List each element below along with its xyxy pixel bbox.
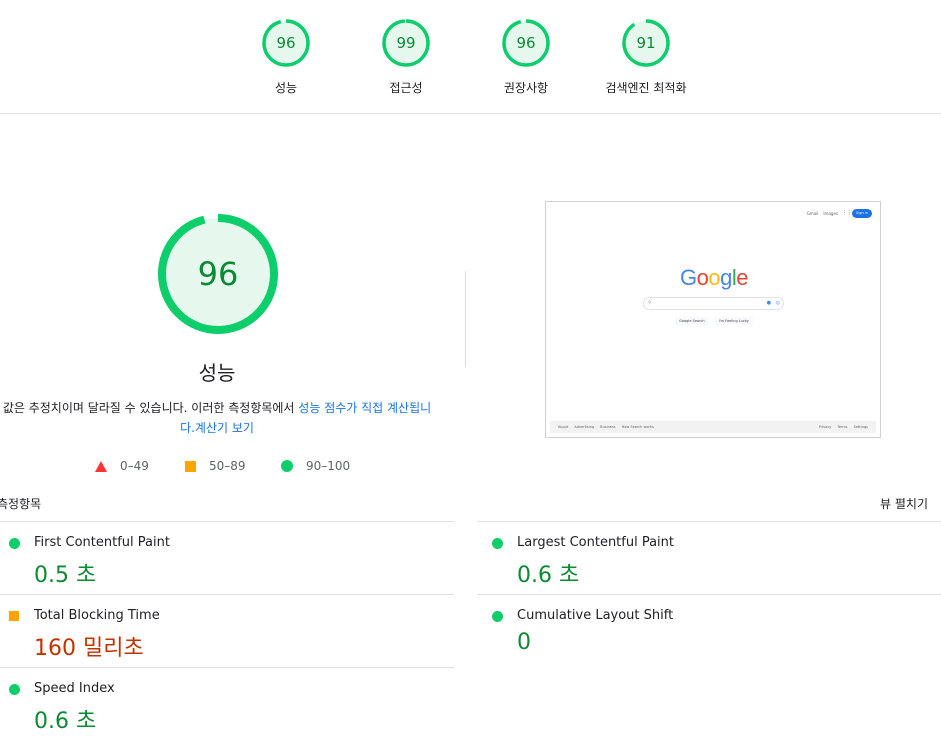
gauge-ring: 96	[261, 18, 311, 68]
mic-icon: ●	[766, 300, 771, 306]
thumb-search-button: Google Search	[675, 317, 709, 325]
gauge-ring: 91	[621, 18, 671, 68]
pass-indicator-icon	[492, 611, 503, 622]
legend-fail-label: 0–49	[120, 459, 149, 473]
search-icon: ⚲	[648, 300, 652, 306]
metric-si: Speed Index 0.6 초	[0, 667, 454, 740]
gauge-ring: 99	[381, 18, 431, 68]
gauge-label: 접근성	[389, 81, 423, 95]
vertical-divider	[465, 271, 466, 367]
metric-value: 0.5 초	[34, 563, 97, 588]
performance-score: 96	[197, 255, 239, 293]
apps-grid-icon: ⋮⋮	[842, 210, 852, 216]
thumb-signin-button: Sign in	[852, 209, 872, 218]
expand-view-button[interactable]: 뷰 펼치기	[880, 495, 928, 512]
calculator-link[interactable]: 계산기 보기	[195, 421, 254, 435]
gauge-ring: 96	[501, 18, 551, 68]
camera-icon: ◎	[775, 300, 780, 306]
thumb-footer-link: Terms	[837, 425, 848, 429]
thumb-footer-link: Privacy	[818, 425, 832, 429]
thumb-footer-link: Business	[600, 425, 616, 429]
thumb-search-box: ⚲ ● ◎	[643, 297, 784, 310]
performance-title: 성능	[198, 361, 236, 385]
pass-indicator-icon	[492, 538, 503, 549]
category-summary-bar: 96 성능 99 접근성 96 권장사항 91 검색엔진 최적화	[0, 0, 941, 114]
metric-value: 0.6 초	[517, 563, 580, 588]
legend-average: 50–89	[185, 458, 246, 474]
legend-average-label: 50–89	[209, 459, 246, 473]
circle-icon	[281, 460, 293, 472]
metric-name: Speed Index	[34, 681, 115, 696]
final-screenshot[interactable]: Gmail Images ⋮⋮ Sign in Google ⚲ ● ◎ Goo…	[545, 201, 881, 438]
pass-indicator-icon	[9, 684, 20, 695]
thumb-footer-link: How Search works	[621, 425, 654, 429]
thumb-link: Images	[823, 211, 838, 216]
metric-value: 160 밀리초	[34, 636, 144, 661]
thumb-buttons: Google Search I'm Feeling Lucky	[546, 317, 880, 325]
average-indicator-icon	[9, 611, 19, 621]
metric-name: First Contentful Paint	[34, 535, 170, 550]
legend-fail: 0–49	[95, 458, 149, 474]
category-gauge-best-practices[interactable]: 96 권장사항	[466, 18, 586, 96]
gauge-score: 96	[516, 34, 536, 52]
metric-name: Cumulative Layout Shift	[517, 608, 674, 623]
gauge-score: 91	[636, 34, 656, 52]
thumb-footer-link: Advertising	[574, 425, 595, 429]
square-icon	[185, 460, 196, 472]
gauge-label: 성능	[274, 81, 298, 95]
thumb-footer-link: Settings	[853, 425, 868, 429]
triangle-icon	[95, 460, 107, 472]
thumb-footer-link: About	[558, 425, 569, 429]
metric-cls: Cumulative Layout Shift 0	[477, 594, 941, 667]
metric-lcp: Largest Contentful Paint 0.6 초	[477, 521, 941, 594]
category-gauge-seo[interactable]: 91 검색엔진 최적화	[586, 18, 706, 96]
performance-description: 값은 추정치이며 달라질 수 있습니다. 이러한 측정항목에서 성능 점수가 직…	[0, 398, 434, 438]
pass-indicator-icon	[9, 538, 20, 549]
category-gauge-performance[interactable]: 96 성능	[226, 18, 346, 96]
metric-name: Total Blocking Time	[34, 608, 160, 623]
thumb-header-links: Gmail Images	[807, 211, 838, 216]
metric-value: 0.6 초	[34, 709, 97, 734]
google-logo: Google	[679, 265, 749, 290]
metrics-heading: 측정항목	[0, 497, 42, 511]
thumb-footer: About Advertising Business How Search wo…	[550, 421, 876, 433]
performance-gauge: 96	[157, 213, 279, 335]
metric-name: Largest Contentful Paint	[517, 535, 675, 550]
lighthouse-report: 96 성능 99 접근성 96 권장사항 91 검색엔진 최적화 96 성능 값…	[0, 0, 941, 741]
gauge-label: 검색엔진 최적화	[605, 81, 687, 95]
category-gauge-accessibility[interactable]: 99 접근성	[346, 18, 466, 96]
description-text: 값은 추정치이며 달라질 수 있습니다. 이러한 측정항목에서	[2, 401, 299, 415]
gauge-label: 권장사항	[503, 81, 549, 95]
gauge-score: 99	[396, 34, 416, 52]
legend-pass-label: 90–100	[306, 459, 351, 473]
metric-tbt: Total Blocking Time 160 밀리초	[0, 594, 454, 667]
thumb-link: Gmail	[806, 211, 819, 216]
metric-fcp: First Contentful Paint 0.5 초	[0, 521, 454, 594]
thumb-lucky-button: I'm Feeling Lucky	[714, 317, 753, 325]
legend-pass: 90–100	[281, 458, 350, 474]
gauge-score: 96	[276, 34, 296, 52]
metric-value: 0	[517, 630, 531, 655]
